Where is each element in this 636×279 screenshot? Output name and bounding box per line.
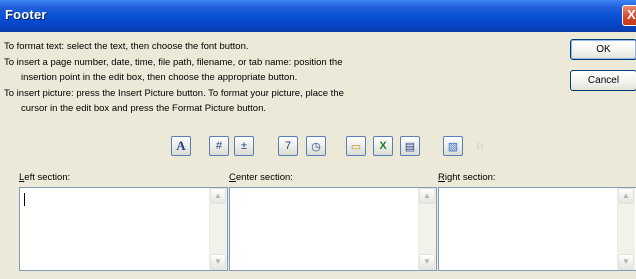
center-section-scrollbar[interactable]: ▲ ▼ [418, 188, 436, 270]
insert-picture-icon: ▧ [447, 140, 459, 153]
time-button[interactable]: ◷ [306, 136, 326, 156]
date-button[interactable]: 7 [278, 136, 298, 156]
right-section-editbox[interactable]: ▲ ▼ [438, 187, 636, 271]
scroll-up-icon[interactable]: ▲ [618, 188, 634, 204]
instruction-line: insertion point in the edit box, then ch… [21, 72, 298, 83]
sheet-name-icon: ▤ [404, 140, 416, 153]
dialog-title: Footer [5, 7, 47, 22]
instruction-line: To format text: select the text, then ch… [4, 41, 249, 52]
file-path-button[interactable]: ▭ [346, 136, 366, 156]
right-section-label-text: ight section: [444, 172, 496, 183]
instruction-line: cursor in the edit box and press the For… [21, 103, 267, 114]
format-picture-icon: ♘ [475, 140, 485, 153]
close-button[interactable]: X [622, 5, 636, 26]
cancel-button[interactable]: Cancel [570, 70, 636, 91]
format-picture-button[interactable]: ♘ [470, 136, 490, 156]
text-caret [24, 193, 25, 206]
file-path-icon: ▭ [350, 140, 362, 153]
center-section-accesskey: C [229, 172, 236, 183]
page-number-button[interactable]: # [209, 136, 229, 156]
left-section-label-text: eft section: [24, 172, 71, 183]
footer-dialog: Footer X To format text: select the text… [0, 0, 636, 279]
insert-picture-button[interactable]: ▧ [443, 136, 463, 156]
filename-button[interactable]: X [373, 136, 393, 156]
instructions-text: To format text: select the text, then ch… [4, 39, 444, 117]
scroll-down-icon[interactable]: ▼ [210, 254, 226, 270]
date-icon: 7 [284, 140, 292, 152]
instruction-line: To insert picture: press the Insert Pict… [4, 87, 344, 99]
time-icon: ◷ [311, 140, 321, 153]
left-section-scrollbar[interactable]: ▲ ▼ [209, 188, 227, 270]
right-section-scrollbar[interactable]: ▲ ▼ [617, 188, 635, 270]
scroll-up-icon[interactable]: ▲ [210, 188, 226, 204]
sheet-name-button[interactable]: ▤ [400, 136, 420, 156]
instruction-line: To insert a page number, date, time, fil… [4, 56, 343, 68]
right-section-accesskey: R [438, 172, 445, 183]
font-button[interactable]: A [171, 136, 191, 156]
ok-button[interactable]: OK [570, 39, 636, 60]
center-section-label-text: enter section: [235, 172, 293, 183]
title-bar[interactable]: Footer X [0, 0, 636, 32]
scroll-up-icon[interactable]: ▲ [419, 188, 435, 204]
font-icon: A [176, 138, 186, 153]
left-section-editbox[interactable]: ▲ ▼ [19, 187, 228, 271]
filename-icon: X [379, 140, 387, 152]
scroll-down-icon[interactable]: ▼ [618, 254, 634, 270]
page-number-icon: # [215, 140, 223, 152]
center-section-label: Center section: [229, 172, 293, 183]
total-pages-button[interactable]: ± [234, 136, 254, 156]
scroll-down-icon[interactable]: ▼ [419, 254, 435, 270]
right-section-label: Right section: [438, 172, 496, 183]
center-section-editbox[interactable]: ▲ ▼ [229, 187, 437, 271]
left-section-label: Left section: [19, 172, 70, 183]
total-pages-icon: ± [240, 140, 248, 152]
close-icon: X [627, 7, 636, 22]
